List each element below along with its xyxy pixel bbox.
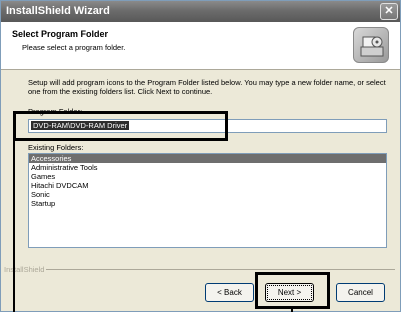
close-button[interactable]: ✕ (380, 3, 398, 20)
folder-item-accessories[interactable]: Accessories (29, 154, 386, 163)
window-title: InstallShield Wizard (6, 5, 110, 17)
back-button[interactable]: < Back (205, 283, 254, 302)
program-folder-highlight-box (13, 111, 228, 141)
callout-line-left (13, 141, 15, 312)
installshield-wizard-window: InstallShield Wizard ✕ Select Program Fo… (0, 0, 401, 312)
title-bar: InstallShield Wizard ✕ (1, 1, 400, 22)
folder-item-hitachi-dvdcam[interactable]: Hitachi DVDCAM (29, 181, 386, 190)
instructions-text: Setup will add program icons to the Prog… (28, 78, 386, 96)
installshield-label: InstallShield (4, 265, 47, 274)
folder-item-startup[interactable]: Startup (29, 199, 386, 208)
header-title: Select Program Folder (12, 29, 109, 39)
close-icon: ✕ (384, 5, 394, 17)
folder-item-games[interactable]: Games (29, 172, 386, 181)
folder-item-administrative-tools[interactable]: Administrative Tools (29, 163, 386, 172)
header-subtitle: Please select a program folder. (22, 43, 126, 52)
existing-folders-label: Existing Folders: (28, 143, 84, 152)
wizard-header: Select Program Folder Please select a pr… (1, 22, 400, 70)
installer-box-icon (353, 27, 389, 63)
next-button-highlight-box (255, 272, 330, 309)
folder-item-sonic[interactable]: Sonic (29, 190, 386, 199)
footer-divider (33, 269, 395, 270)
cancel-button[interactable]: Cancel (336, 283, 385, 302)
existing-folders-list[interactable]: Accessories Administrative Tools Games H… (28, 153, 387, 248)
